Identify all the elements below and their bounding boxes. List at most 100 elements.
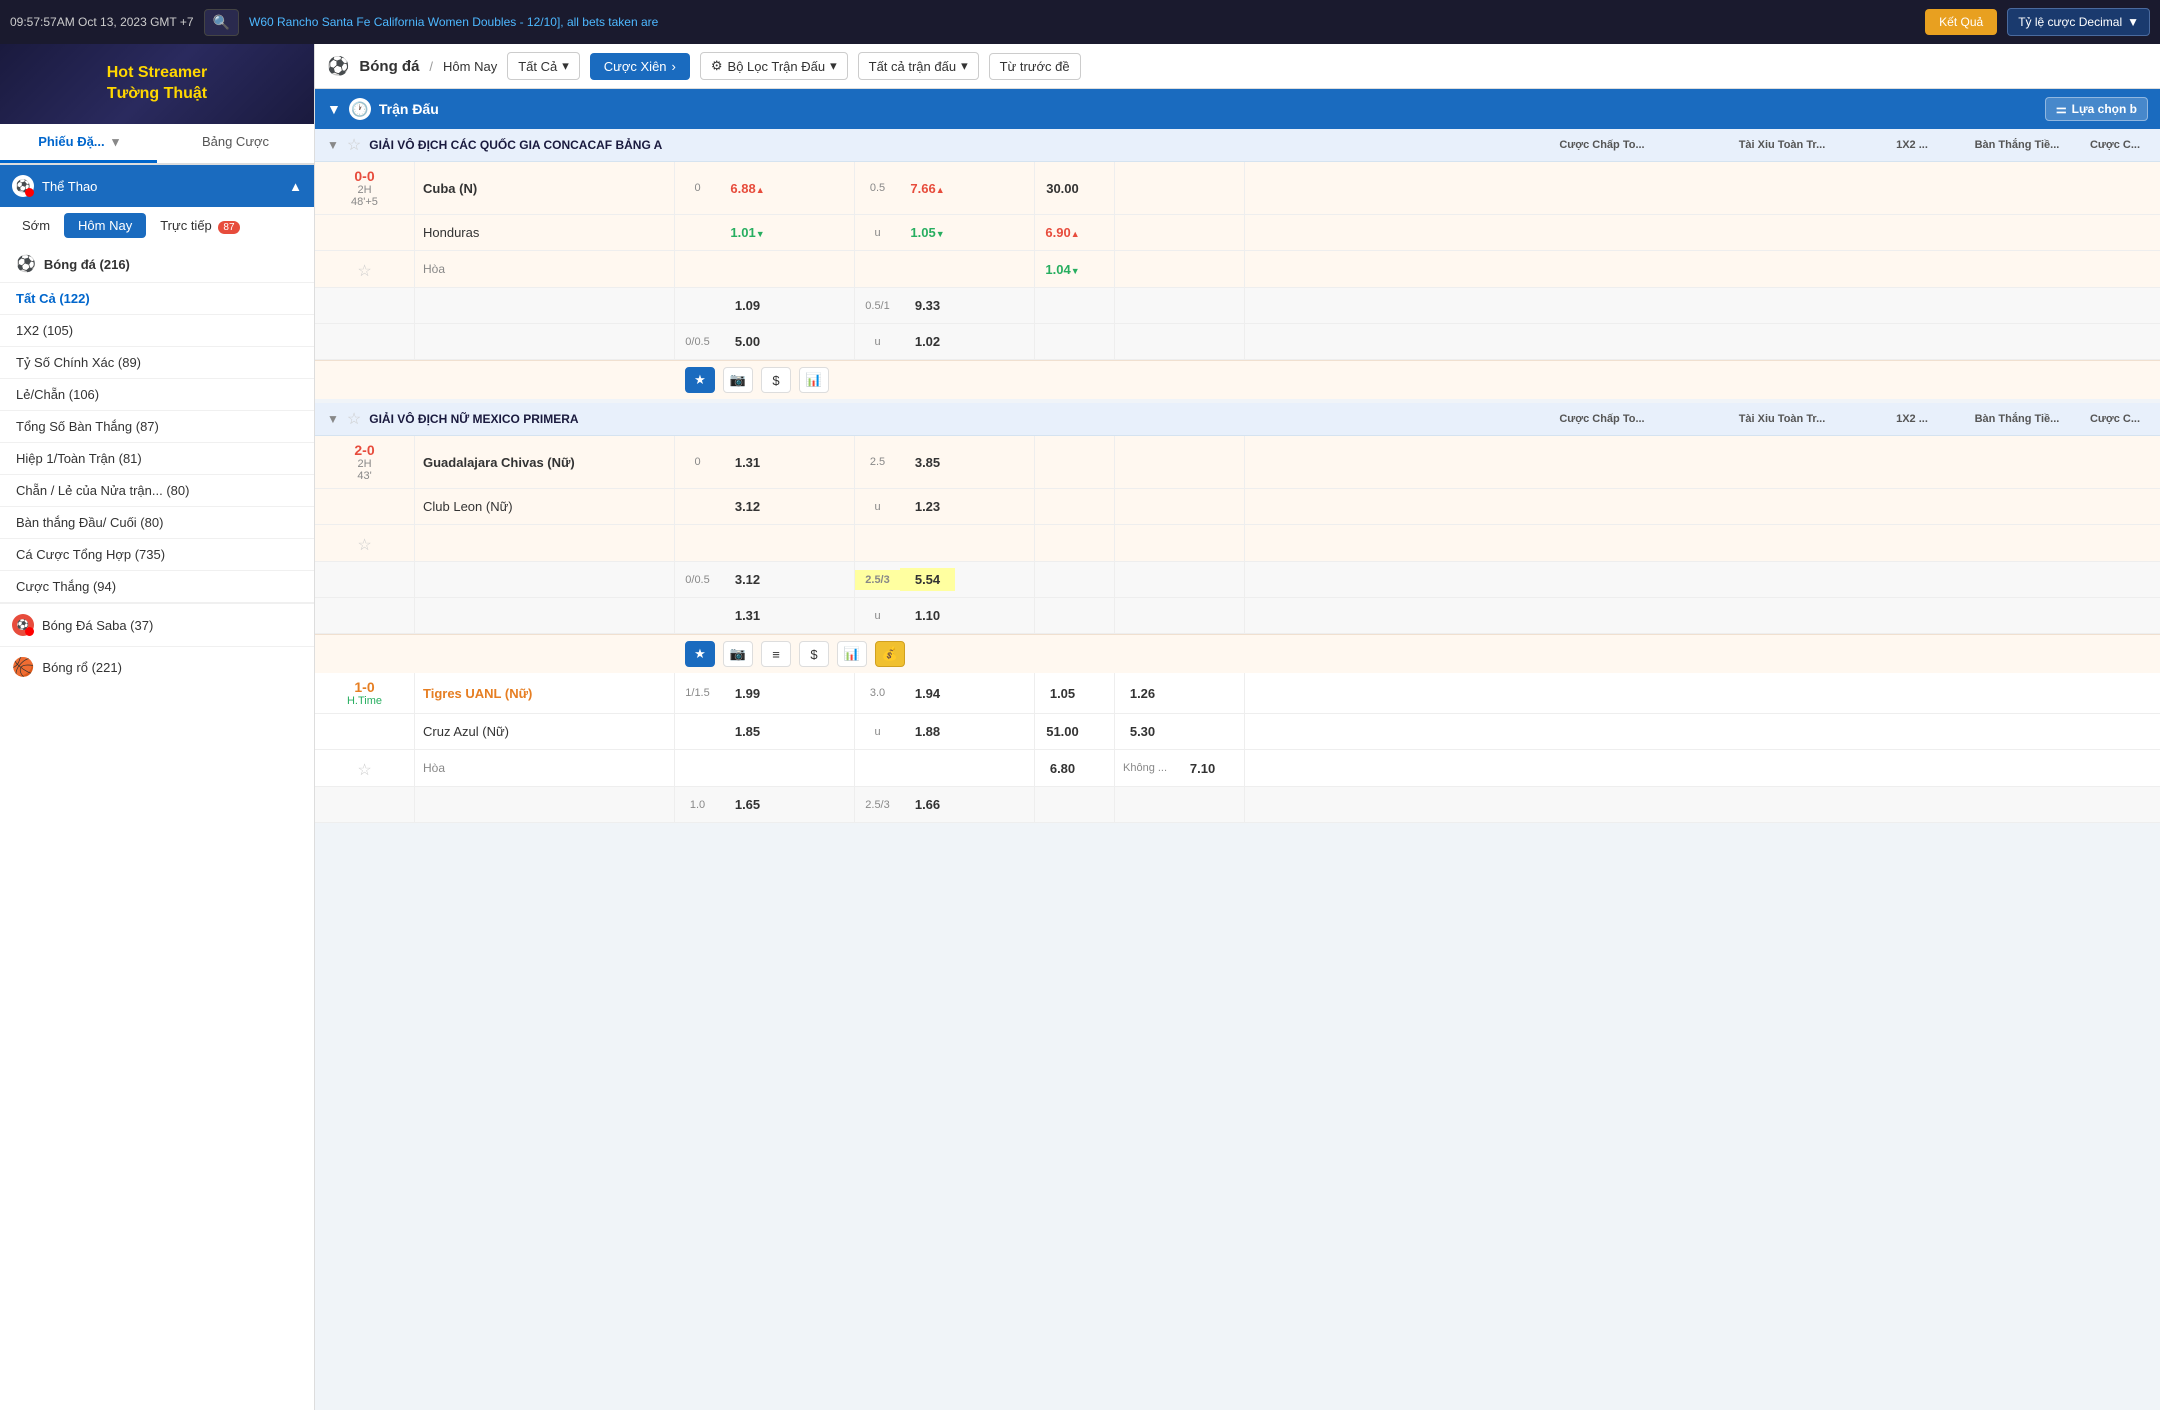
sidebar-item-bong-da[interactable]: ⚽ Bóng đá (216) (0, 246, 314, 283)
league-group-2: ▼ ☆ GIẢI VÔ ĐỊCH NỮ MEXICO PRIMERA Cược … (315, 403, 2160, 823)
star-icon[interactable]: ☆ (357, 535, 371, 555)
col-ban-thang: Bàn Thắng Tiề... (1952, 137, 2082, 153)
cuoc-xien-button[interactable]: Cược Xiên › (590, 53, 690, 80)
chap-value-1[interactable]: 6.88 (720, 177, 775, 200)
sidebar-item-ban-thang-dau-cuoi[interactable]: Bàn thắng Đầu/ Cuối (80) (0, 507, 314, 539)
l2-tai-v1[interactable]: 3.85 (900, 451, 955, 474)
row3-tai-v[interactable]: 1.09 (720, 294, 775, 317)
l2-tai-u2[interactable]: u (855, 497, 900, 517)
tai-value-2[interactable]: 1.05 (900, 221, 955, 244)
tab-bang-cuoc[interactable]: Bảng Cược (157, 124, 314, 163)
m2-row2-v2[interactable]: 1.66 (900, 793, 955, 816)
l2-row4-xiu[interactable]: 1.10 (900, 604, 955, 627)
m2-row2-h1[interactable]: 1.0 (675, 795, 720, 815)
star-icon[interactable]: ☆ (347, 135, 361, 155)
row3-tai-val[interactable]: 9.33 (900, 294, 955, 317)
onex2-1[interactable]: 30.00 (1035, 177, 1090, 200)
tai-u[interactable]: u (855, 223, 900, 243)
tab-truc-tiep[interactable]: Trực tiếp 87 (146, 213, 253, 238)
sidebar-item-cuoc-thang[interactable]: Cược Thắng (94) (0, 571, 314, 603)
l2-chap-h1[interactable]: 0 (675, 452, 720, 472)
lua-chon-button[interactable]: ⚌ Lựa chọn b (2045, 97, 2148, 121)
onex2-2[interactable]: 6.90 (1035, 221, 1090, 244)
row3-chap-h[interactable] (675, 302, 720, 310)
tu-truoc-de-dropdown[interactable]: Từ trước đề (989, 53, 1081, 80)
sidebar-item-chan-le-nua[interactable]: Chẵn / Lẻ của Nửa trận... (80) (0, 475, 314, 507)
sidebar-item-ty-so[interactable]: Tỷ Số Chính Xác (89) (0, 347, 314, 379)
sidebar-item-hiep1[interactable]: Hiệp 1/Toàn Trận (81) (0, 443, 314, 475)
star-action-icon-2[interactable]: ★ (685, 641, 715, 667)
row4-v[interactable]: 5.00 (720, 330, 775, 353)
tab-som[interactable]: Sớm (8, 213, 64, 238)
sidebar-item-bong-da-saba[interactable]: ⚽ Bóng Đá Saba (37) (0, 603, 314, 646)
ket-qua-button[interactable]: Kết Quả (1925, 9, 1997, 35)
sidebar-item-bong-ro[interactable]: 🏀 Bóng rổ (221) (0, 646, 314, 688)
l2-row4-u[interactable]: u (855, 606, 900, 626)
m2-row2-v1[interactable]: 1.65 (720, 793, 775, 816)
row4-h[interactable]: 0/0.5 (675, 332, 720, 352)
sidebar-item-1x2[interactable]: 1X2 (105) (0, 315, 314, 347)
chap-value-2[interactable]: 1.01 (720, 221, 775, 244)
m2-chap-v1[interactable]: 1.99 (720, 682, 775, 705)
m2-ban-thang-2[interactable]: 5.30 (1115, 720, 1170, 743)
list-action-icon[interactable]: ≡ (761, 641, 791, 667)
sidebar-item-ca-cuoc[interactable]: Cá Cược Tổng Hợp (735) (0, 539, 314, 571)
the-thao-header[interactable]: ⚽ Thể Thao ▲ (0, 165, 314, 207)
camera-action-icon-2[interactable]: 📷 (723, 641, 753, 667)
collapse-icon[interactable]: ▼ (327, 101, 341, 117)
m2-u[interactable]: u (855, 722, 900, 742)
match-score-3: 1-0 (354, 679, 374, 695)
m2-onex2-draw[interactable]: 6.80 (1035, 757, 1090, 780)
row4-xiu[interactable]: 1.02 (900, 330, 955, 353)
bo-loc-dropdown[interactable]: ⚙ Bộ Lọc Trận Đấu ▾ (700, 52, 848, 80)
row3-tai-h[interactable]: 0.5/1 (855, 296, 900, 316)
onex2-draw[interactable]: 1.04 (1035, 258, 1090, 281)
row4-u[interactable]: u (855, 332, 900, 352)
chart-action-icon-2[interactable]: 📊 (837, 641, 867, 667)
m2-tai-h1[interactable]: 3.0 (855, 683, 900, 703)
star-action-icon[interactable]: ★ (685, 367, 715, 393)
m2-row2-h2[interactable]: 2.5/3 (855, 795, 900, 815)
chart-action-icon[interactable]: 📊 (799, 367, 829, 393)
ty-le-dropdown[interactable]: Tỷ lệ cược Decimal ▼ (2007, 8, 2150, 36)
l2-tai-h1[interactable]: 2.5 (855, 452, 900, 472)
m2-ban-thang-draw[interactable]: 7.10 (1175, 757, 1230, 780)
m2-ban-thang-1[interactable]: 1.26 (1115, 682, 1170, 705)
tai-handicap-1[interactable]: 0.5 (855, 178, 900, 198)
tai-value-1[interactable]: 7.66 (900, 177, 955, 200)
m2-tai-v2[interactable]: 1.88 (900, 720, 955, 743)
dollar-action-icon-2[interactable]: $ (799, 641, 829, 667)
toggle-icon[interactable]: ▼ (327, 138, 339, 152)
star-icon[interactable]: ☆ (357, 261, 371, 281)
m2-tai-v1[interactable]: 1.94 (900, 682, 955, 705)
col-cuoc-c: Cược C... (2082, 137, 2148, 153)
l2-row3-v2[interactable]: 5.54 (900, 568, 955, 591)
tat-ca-dropdown[interactable]: Tất Cả ▾ (507, 52, 580, 80)
chap-handicap-1[interactable]: 0 (675, 178, 720, 198)
toggle-icon[interactable]: ▼ (327, 412, 339, 426)
tab-phieu-dat[interactable]: Phiếu Đặ... ▾ (0, 124, 157, 163)
sidebar-item-le-chan[interactable]: Lẻ/Chẵn (106) (0, 379, 314, 411)
m2-chap-h1[interactable]: 1/1.5 (675, 683, 720, 703)
sidebar-item-tong-so[interactable]: Tổng Số Bàn Thắng (87) (0, 411, 314, 443)
m2-onex2-2[interactable]: 51.00 (1035, 720, 1090, 743)
tab-hom-nay[interactable]: Hôm Nay (64, 213, 146, 238)
l2-chap-v1[interactable]: 1.31 (720, 451, 775, 474)
l2-row3-h2[interactable]: 2.5/3 (855, 570, 900, 590)
l2-row4-v1[interactable]: 1.31 (720, 604, 775, 627)
search-button[interactable]: 🔍 (204, 9, 239, 36)
camera-action-icon[interactable]: 📷 (723, 367, 753, 393)
l2-row3-h[interactable]: 0/0.5 (675, 570, 720, 590)
m2-onex2-1[interactable]: 1.05 (1035, 682, 1090, 705)
star-icon[interactable]: ☆ (357, 760, 371, 780)
dollar-action-icon[interactable]: $ (761, 367, 791, 393)
m2-khong[interactable]: Không ... (1115, 758, 1175, 778)
star-icon[interactable]: ☆ (347, 409, 361, 429)
gold-icon[interactable]: 💰 (875, 641, 905, 667)
l2-row3-v1[interactable]: 3.12 (720, 568, 775, 591)
sidebar-item-tat-ca[interactable]: Tất Cả (122) (0, 283, 314, 315)
tat-ca-tran-dropdown[interactable]: Tất cả trận đấu ▾ (858, 52, 979, 80)
l2-tai-v2[interactable]: 1.23 (900, 495, 955, 518)
m2-chap-v2[interactable]: 1.85 (720, 720, 775, 743)
l2-chap-v2[interactable]: 3.12 (720, 495, 775, 518)
